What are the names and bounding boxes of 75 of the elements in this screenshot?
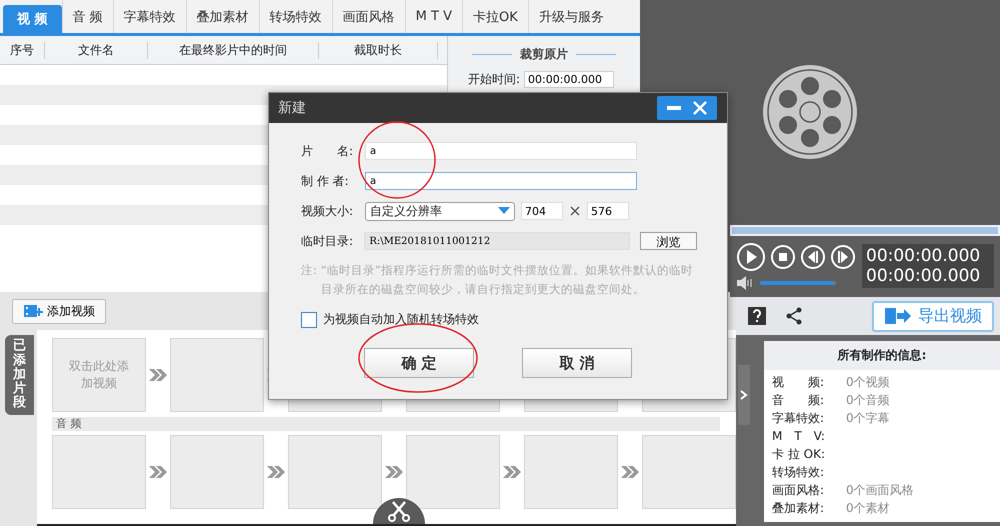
path-field[interactable]: R:\ME20181011001212	[364, 232, 630, 250]
collapse-toggle[interactable]	[738, 364, 750, 425]
panel-title: 所有制作的信息:	[764, 340, 1000, 370]
export-video-button[interactable]: 导出视频	[872, 300, 994, 332]
close-icon[interactable]	[691, 99, 709, 117]
column-header[interactable]: 截取时长	[319, 42, 438, 58]
info-label: M T V:	[772, 428, 826, 446]
chevron-right-icon	[740, 390, 748, 400]
info-label: 转场特效:	[772, 464, 826, 482]
dialog-title: 新建	[278, 99, 306, 117]
note-label: 注:	[301, 262, 317, 279]
share-icon[interactable]	[786, 307, 802, 326]
info-label: 画面风格:	[772, 482, 826, 500]
total-time: 00:00:00.000	[866, 266, 982, 286]
chevron-icon	[266, 465, 286, 479]
add-video-button[interactable]: 添加视频	[12, 298, 106, 324]
current-time: 00:00:00.000	[866, 246, 982, 266]
browse-button[interactable]: 浏览	[640, 232, 698, 250]
checkbox[interactable]	[301, 312, 317, 328]
previous-frame-icon[interactable]	[800, 244, 826, 270]
column-header[interactable]: 文件名	[45, 42, 148, 58]
info-label: 字幕特效:	[772, 410, 826, 428]
height-field[interactable]: 576	[587, 202, 629, 220]
panel-title: 裁剪原片	[520, 46, 568, 63]
field-label: 视频大小:	[301, 202, 354, 220]
tab[interactable]: 转场特效	[258, 0, 332, 33]
seek-bar[interactable]	[730, 224, 1000, 236]
chevron-icon	[502, 465, 522, 479]
film-arrow-icon	[884, 306, 912, 326]
info-value: 0个字幕	[846, 410, 890, 428]
cancel-button[interactable]: 取 消	[522, 348, 632, 378]
scissors-icon[interactable]	[373, 496, 425, 524]
clips-tab[interactable]: 已添加片段	[5, 335, 34, 415]
text-field[interactable]: a	[365, 172, 637, 190]
ok-button[interactable]: 确 定	[364, 348, 474, 378]
info-value: 0个素材	[846, 500, 890, 518]
field-label: 片 名:	[301, 142, 354, 160]
speaker-icon[interactable]	[736, 276, 754, 290]
tab[interactable]: 卡拉OK	[462, 0, 528, 33]
info-label: 音 频:	[772, 392, 826, 410]
tab[interactable]: 升级与服务	[528, 0, 614, 33]
tab[interactable]: 音 频	[62, 0, 113, 33]
help-icon[interactable]	[748, 307, 766, 326]
next-frame-icon[interactable]	[830, 244, 856, 270]
tab[interactable]: 字幕特效	[112, 0, 186, 33]
note-text: “临时目录”指程序运行所需的临时文件摆放位置。如果软件默认的临时目录所在的磁盘空间较少，请自行指定到更大的磁盘空间处。	[320, 262, 694, 298]
info-value: 0个视频	[846, 374, 890, 392]
width-field[interactable]: 704	[521, 202, 563, 220]
info-value: 0个画面风格	[846, 482, 914, 500]
info-label: 视 频:	[772, 374, 826, 392]
info-value: 0个音频	[846, 392, 890, 410]
chevron-icon	[384, 465, 404, 479]
time-field[interactable]: 00:00:00.000	[524, 71, 614, 88]
column-header[interactable]: 序号	[0, 42, 45, 58]
caret-icon	[498, 207, 510, 215]
audio-track-label: 音 频	[52, 417, 720, 431]
info-label: 叠加素材:	[772, 500, 826, 518]
play-icon[interactable]	[736, 242, 766, 272]
tab[interactable]: 叠加素材	[186, 0, 259, 33]
chevron-icon	[148, 368, 168, 382]
stop-icon[interactable]	[770, 244, 796, 270]
info-label: 卡 拉 OK:	[772, 446, 826, 464]
tab[interactable]: 视 频	[3, 5, 62, 33]
field-label: 临时目录:	[301, 232, 354, 250]
size-dropdown[interactable]: 自定义分辨率	[365, 202, 515, 220]
field-label: 制 作 者:	[301, 172, 350, 190]
tab[interactable]: 画面风格	[332, 0, 405, 33]
film-plus-icon	[23, 303, 43, 319]
column-header[interactable]: 在最终影片中的时间	[148, 42, 319, 58]
tab[interactable]: M T V	[404, 0, 462, 33]
field-label: 开始时间:	[468, 71, 520, 88]
chevron-icon	[620, 465, 640, 479]
chevron-icon	[148, 465, 168, 479]
text-field[interactable]: a	[365, 142, 637, 160]
multiply-icon	[569, 205, 581, 217]
